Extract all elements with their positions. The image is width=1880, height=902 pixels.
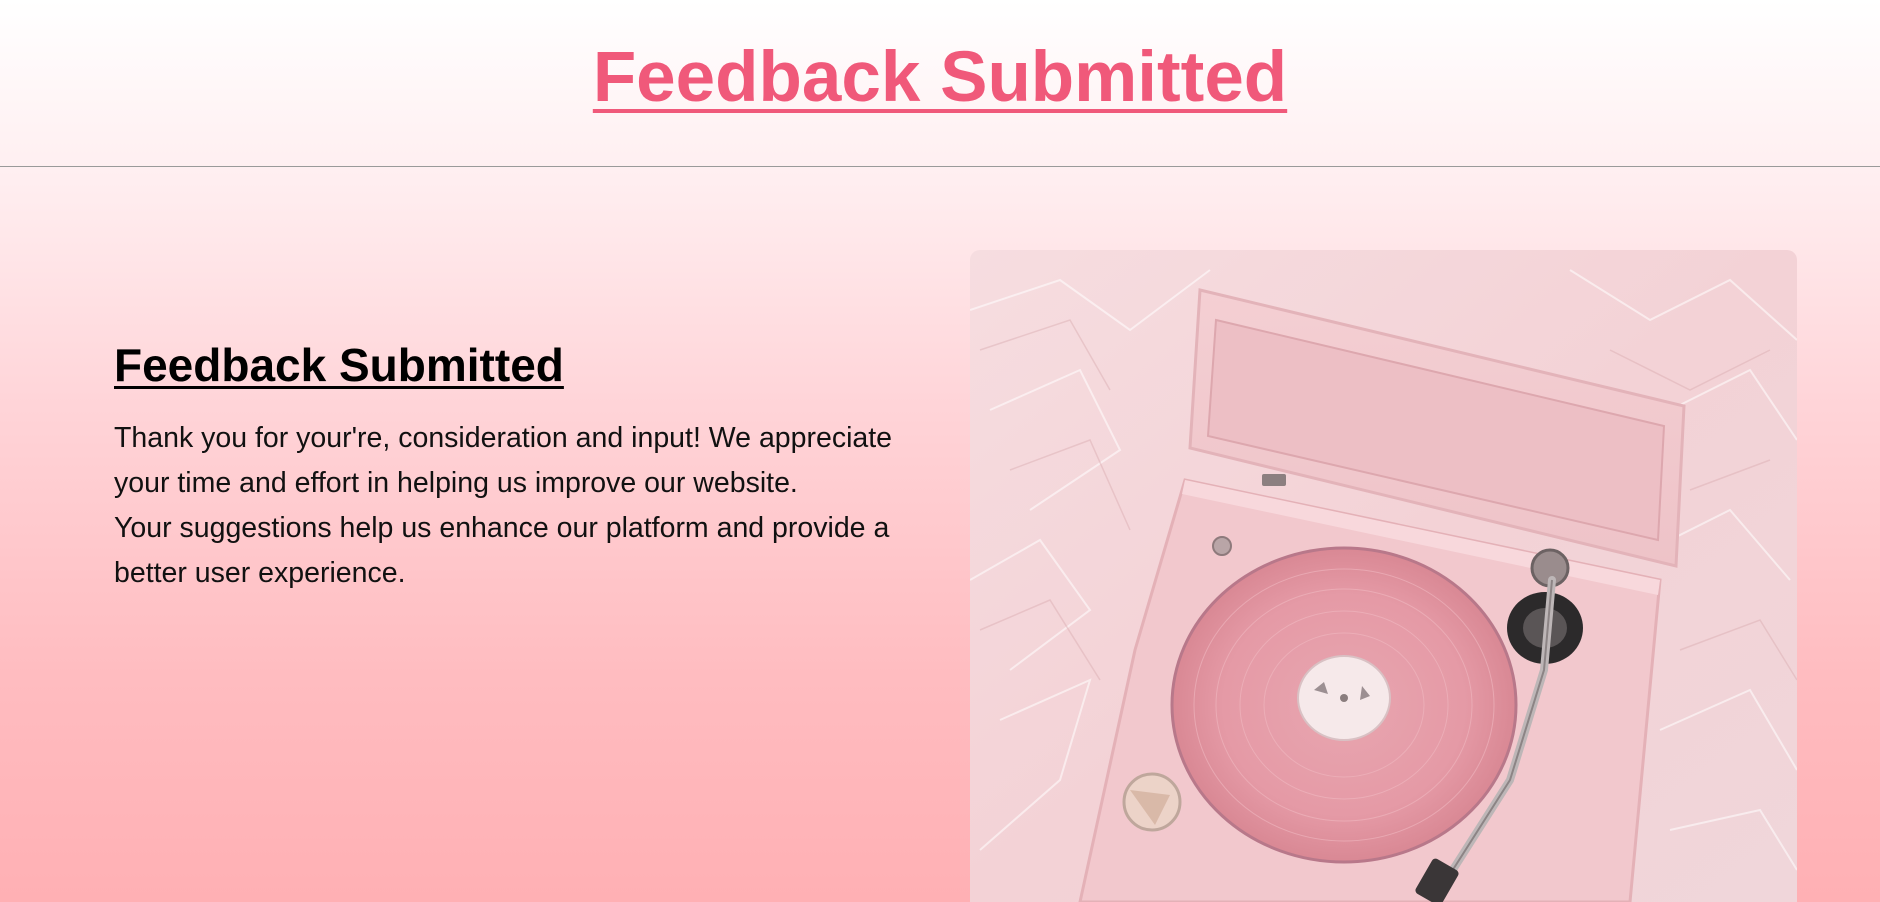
suggestions-paragraph: Your suggestions help us enhance our pla… (114, 512, 890, 589)
feedback-message-section: Feedback Submitted Thank you for your're… (114, 342, 944, 596)
thank-you-paragraph: Thank you for your're, consideration and… (114, 422, 893, 499)
feedback-heading: Feedback Submitted (114, 339, 564, 391)
page-title: Feedback Submitted (592, 38, 1288, 117)
record-player-image (970, 250, 1797, 902)
page-header: Feedback Submitted (0, 0, 1880, 167)
